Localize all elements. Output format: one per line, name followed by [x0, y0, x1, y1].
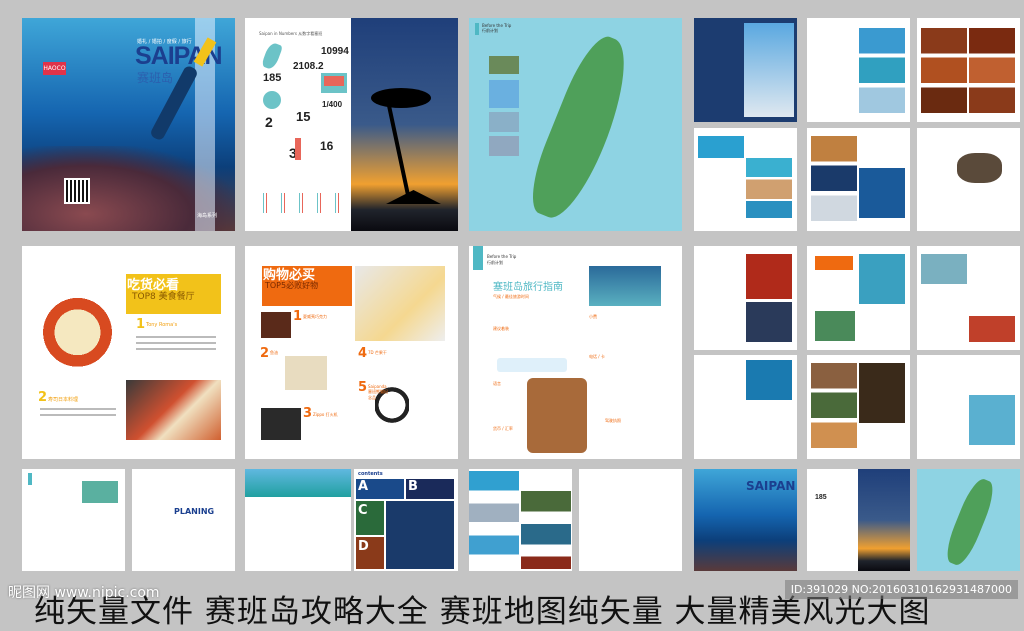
small-page — [807, 355, 910, 459]
stat: 15 — [296, 109, 311, 124]
qr-code — [64, 178, 90, 204]
item-label: 夏威夷巧克力 — [303, 314, 327, 319]
section-heading: 小费 — [589, 314, 597, 319]
small-page — [917, 246, 1020, 350]
stat: 16 — [320, 139, 334, 153]
small-page — [694, 128, 797, 231]
item-number: 1 — [136, 317, 146, 332]
contents-title: contents — [358, 471, 383, 477]
item-label: 7D 芒果干 — [368, 350, 387, 355]
item-number: 2 — [38, 390, 48, 405]
small-page — [917, 18, 1020, 122]
image-id: ID:391029 NO:20160310162931487000 — [784, 580, 1018, 599]
section-heading: 驾驶执照 — [605, 418, 621, 423]
series-label: 海岛系列 — [197, 213, 218, 219]
small-page — [579, 469, 682, 571]
section-heading: 气候 / 最佳旅游时间 — [493, 294, 529, 299]
small-page — [858, 469, 910, 571]
small-page — [917, 469, 1020, 571]
small-page — [807, 18, 910, 122]
small-page: SAIPAN — [694, 469, 797, 571]
cover-page: HAOCO 婚礼 / 婚拍 / 度假 / 旅行 SAIPAN 赛班岛 海岛系列 — [22, 18, 235, 231]
stat: 185 — [815, 494, 827, 501]
item-number: 3 — [303, 406, 313, 421]
stat: 2108.2 — [293, 61, 324, 72]
item-number: 4 — [358, 346, 368, 361]
small-page — [22, 469, 125, 571]
restaurant-name: 寿司日本料理 — [48, 397, 79, 403]
section-heading: 建议着装 — [493, 326, 509, 331]
small-page — [807, 128, 910, 231]
watermark: 昵图网 www.nipic.com — [8, 585, 160, 601]
item-label: Saipanda 塞班熊猫纪念品 — [368, 384, 388, 400]
shopping-subtitle: TOP5必败好物 — [265, 281, 319, 290]
guide-subheading: 行前计划 — [487, 260, 503, 265]
guide-heading: Before the Trip — [487, 254, 517, 259]
numbers-page: Saipan in Numbers 从数字看塞班 185 2108.2 1099… — [245, 18, 351, 231]
brand-logo: HAOCO — [43, 62, 66, 75]
small-page — [807, 246, 910, 350]
small-page — [917, 355, 1020, 459]
guide-page: Before the Trip 行前计划 塞班岛旅行指南 气候 / 最佳旅游时间… — [469, 246, 682, 459]
map-page: Before the Trip 行前计划 — [469, 18, 682, 231]
small-page — [694, 355, 797, 459]
map-subheading: 行前计划 — [482, 28, 498, 33]
item-number: 5 — [358, 380, 368, 395]
item-label: Zippo 打火机 — [313, 412, 338, 417]
item-number: 2 — [260, 346, 270, 361]
island-icon — [260, 41, 284, 71]
numbers-heading: Saipan in Numbers 从数字看塞班 — [259, 31, 323, 36]
item-label: 鱼油 — [270, 350, 278, 355]
island-map — [520, 29, 643, 227]
planning-page: PLANING — [132, 469, 235, 571]
section-heading: 电话 / 卡 — [589, 354, 605, 359]
item-number: 1 — [293, 309, 303, 324]
stat: 2 — [265, 114, 273, 130]
food-subtitle: TOP8 美食餐厅 — [132, 292, 195, 302]
stat: 10994 — [321, 46, 349, 57]
section-heading: 语言 — [493, 381, 501, 386]
small-page — [694, 246, 797, 350]
small-page — [917, 128, 1020, 231]
cover-subtitle: 赛班岛 — [137, 71, 174, 85]
food-page: 吃货必看 TOP8 美食餐厅 1 Tony Roma's 2 寿司日本料理 — [22, 246, 235, 459]
section-letter: A — [358, 479, 369, 494]
palm-sunset-photo — [351, 18, 458, 231]
stat: 185 — [263, 72, 282, 84]
section-letter: D — [358, 539, 369, 554]
cover-title: SAIPAN — [746, 479, 796, 493]
shopping-page: 购物必买 TOP5必败好物 1 夏威夷巧克力 2 鱼油 3 Zippo 打火机 … — [245, 246, 458, 459]
stat: 1/400 — [322, 100, 343, 109]
guide-title: 塞班岛旅行指南 — [493, 282, 563, 293]
small-page: 185 — [807, 469, 858, 571]
restaurant-name: Tony Roma's — [146, 322, 178, 328]
section-letter: C — [358, 503, 368, 518]
planning-logo: PLANING — [174, 507, 215, 516]
section-heading: 货币 / 汇率 — [493, 426, 513, 431]
small-page — [469, 469, 572, 571]
small-page — [694, 18, 797, 122]
contents-page: contents A B C D — [354, 469, 458, 571]
small-page — [245, 469, 351, 571]
section-letter: B — [408, 479, 418, 494]
